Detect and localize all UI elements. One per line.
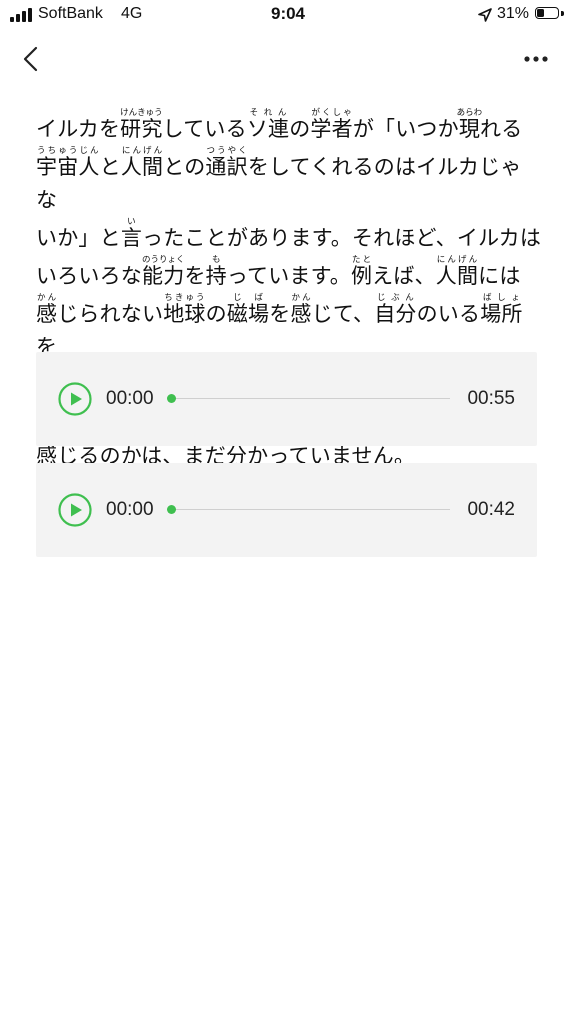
- article-line: イルカを研究けんきゅうしているソ連それんの学者がくしゃが「いつか現あらわれる: [36, 108, 542, 146]
- furigana-word: 言い: [120, 217, 143, 250]
- furigana-word: 持も: [205, 255, 227, 288]
- play-icon[interactable]: [58, 493, 92, 527]
- audio-player-1: 00:00 00:55: [36, 352, 537, 446]
- furigana-word: 地球ちきゅう: [163, 293, 206, 326]
- article-text-run: している: [162, 117, 247, 141]
- play-icon[interactable]: [58, 382, 92, 416]
- article-text-run: えば、: [372, 264, 436, 288]
- furigana-word: 能力のうりょく: [141, 255, 185, 288]
- furigana-word: 宇宙人うちゅうじん: [36, 146, 100, 179]
- article-text-run: いろいろな: [36, 264, 142, 288]
- duration: 00:42: [467, 499, 515, 520]
- duration: 00:55: [467, 388, 515, 409]
- article-text-run: イルカを: [36, 117, 121, 141]
- location-arrow-icon: [478, 8, 492, 22]
- article-text-run: を: [184, 264, 206, 288]
- furigana-word: 磁場じば: [226, 293, 270, 326]
- furigana-word: 学者がくしゃ: [310, 108, 353, 141]
- article-text-run: のいる: [416, 302, 481, 326]
- status-bar: SoftBank 4G 9:04 31%: [0, 0, 576, 34]
- article-text-run: ったことがあります。それほど、イルカは: [142, 226, 542, 250]
- current-time: 00:00: [106, 499, 154, 520]
- current-time: 00:00: [106, 388, 154, 409]
- furigana-word: 現あらわ: [456, 108, 483, 141]
- battery-percentage: 31%: [497, 5, 530, 22]
- back-button[interactable]: [14, 42, 50, 78]
- furigana-word: 場所ばしょ: [480, 293, 523, 326]
- article-text-run: れる: [480, 117, 523, 141]
- audio-player-2: 00:00 00:42: [36, 463, 537, 557]
- progress-track[interactable]: [170, 509, 450, 510]
- furigana-word: 例たと: [350, 255, 373, 288]
- article-text-run: いか」と: [36, 226, 121, 250]
- article-text-run: と: [99, 155, 121, 179]
- progress-knob[interactable]: [167, 505, 176, 514]
- article-text-run: じて、: [311, 302, 375, 326]
- furigana-word: 研究けんきゅう: [120, 108, 163, 141]
- article-text-run: との: [163, 155, 206, 179]
- article-text-run: っています。: [226, 264, 351, 288]
- ellipsis-icon: [524, 56, 548, 62]
- article-text-run: の: [205, 302, 227, 326]
- furigana-word: ソ連それん: [246, 108, 290, 141]
- article-line: 宇宙人うちゅうじんと人間にんげんとの通訳つうやくをしてくれるのはイルカじゃな: [36, 146, 542, 217]
- furigana-word: 人間にんげん: [435, 255, 479, 288]
- progress-track[interactable]: [170, 398, 450, 399]
- more-options-button[interactable]: [516, 46, 556, 72]
- article-text-run: が「いつか: [352, 117, 459, 141]
- furigana-word: 感かん: [290, 293, 312, 326]
- progress-knob[interactable]: [167, 394, 176, 403]
- article-text-run: を: [269, 302, 291, 326]
- article-text-run: には: [478, 264, 521, 288]
- article-text-run: の: [289, 117, 311, 141]
- article-line: いか」と言いったことがあります。それほど、イルカは: [36, 217, 542, 255]
- furigana-word: 自分じぶん: [374, 293, 417, 326]
- furigana-word: 通訳つうやく: [205, 146, 248, 179]
- battery-icon: [535, 7, 559, 19]
- battery-tip: [561, 11, 564, 16]
- chevron-left-icon: [23, 46, 38, 72]
- furigana-word: 人間にんげん: [120, 146, 164, 179]
- furigana-word: 感かん: [36, 293, 58, 326]
- article-text-run: じられない: [57, 302, 164, 326]
- article-line: いろいろな能力のうりょくを持もっています。例たとえば、人間にんげんには: [36, 255, 542, 293]
